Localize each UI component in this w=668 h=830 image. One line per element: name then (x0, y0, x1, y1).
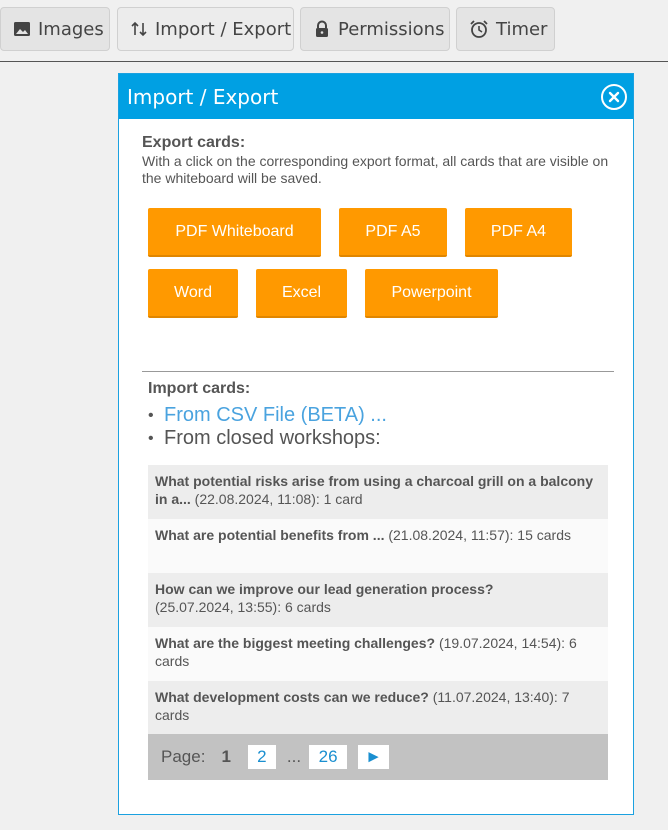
export-excel-button[interactable]: Excel (256, 269, 347, 318)
workshop-row[interactable]: What potential risks arise from using a … (148, 465, 608, 519)
page-ellipsis: ... (286, 747, 302, 766)
alarm-clock-icon (469, 19, 489, 39)
import-section: Import cards: • From CSV File (BETA) ...… (148, 380, 608, 450)
current-page: 1 (221, 747, 231, 766)
workshop-meta: (21.08.2024, 11:57): 15 cards (384, 527, 572, 543)
permissions-button[interactable]: Permissions (300, 7, 450, 51)
close-button[interactable] (601, 83, 627, 110)
export-word-button[interactable]: Word (148, 269, 238, 318)
import-export-button[interactable]: Import / Export (117, 7, 294, 51)
export-title: Export cards: (142, 134, 246, 151)
closed-workshops-label: From closed workshops: (164, 427, 381, 449)
pagination: Page: 1 2 ... 26 ► (148, 734, 608, 780)
export-pdf-a4-button[interactable]: PDF A4 (465, 208, 572, 257)
page-26-link[interactable]: 26 (309, 745, 348, 769)
import-options-list: • From CSV File (BETA) ... • From closed… (148, 404, 608, 450)
workshop-title: What development costs can we reduce? (155, 689, 429, 705)
workshop-list: What potential risks arise from using a … (148, 465, 608, 735)
permissions-label: Permissions (338, 18, 445, 40)
sort-arrows-icon (130, 19, 148, 39)
page-2-link[interactable]: 2 (247, 745, 276, 769)
bullet-icon: • (148, 407, 154, 424)
import-title: Import cards: (148, 380, 251, 397)
lock-icon (313, 19, 331, 39)
list-item: • From CSV File (BETA) ... (148, 404, 608, 427)
import-export-label: Import / Export (155, 18, 292, 40)
export-pdf-a5-button[interactable]: PDF A5 (339, 208, 447, 257)
dialog-title: Import / Export (127, 84, 279, 109)
images-button[interactable]: Images (0, 7, 110, 51)
page-label: Page: (161, 747, 206, 766)
dialog-header: Import / Export (119, 74, 633, 119)
image-icon (13, 19, 31, 39)
timer-label: Timer (496, 18, 548, 40)
next-page-button[interactable]: ► (358, 745, 390, 769)
top-toolbar: Images Import / Export Permissions Timer (0, 0, 668, 62)
images-label: Images (38, 18, 104, 40)
workshop-title: How can we improve our lead generation p… (155, 581, 494, 597)
csv-import-link[interactable]: From CSV File (BETA) ... (164, 404, 387, 427)
export-description: With a click on the corresponding export… (142, 153, 609, 186)
list-item: • From closed workshops: (148, 427, 608, 450)
timer-button[interactable]: Timer (456, 7, 555, 51)
workshop-title: What are the biggest meeting challenges? (155, 635, 436, 651)
bullet-icon: • (148, 430, 154, 447)
workshop-row[interactable]: What are potential benefits from ... (21… (148, 519, 608, 573)
export-section: Export cards: With a click on the corres… (142, 134, 612, 187)
export-buttons-row-2: Word Excel Powerpoint (148, 269, 498, 318)
export-pdf-whiteboard-button[interactable]: PDF Whiteboard (148, 208, 321, 257)
close-icon (608, 91, 620, 102)
section-divider (142, 371, 614, 372)
workshop-meta: (25.07.2024, 13:55): 6 cards (155, 599, 331, 615)
workshop-meta: (22.08.2024, 11:08): 1 card (190, 491, 363, 507)
workshop-title: What are potential benefits from ... (155, 527, 385, 543)
workshop-row[interactable]: What are the biggest meeting challenges?… (148, 627, 608, 681)
export-powerpoint-button[interactable]: Powerpoint (365, 269, 498, 318)
workshop-row[interactable]: How can we improve our lead generation p… (148, 573, 608, 627)
import-export-dialog: Import / Export Export cards: With a cli… (118, 73, 634, 815)
workshop-row[interactable]: What development costs can we reduce? (1… (148, 681, 608, 735)
export-buttons-row-1: PDF Whiteboard PDF A5 PDF A4 (148, 208, 572, 257)
